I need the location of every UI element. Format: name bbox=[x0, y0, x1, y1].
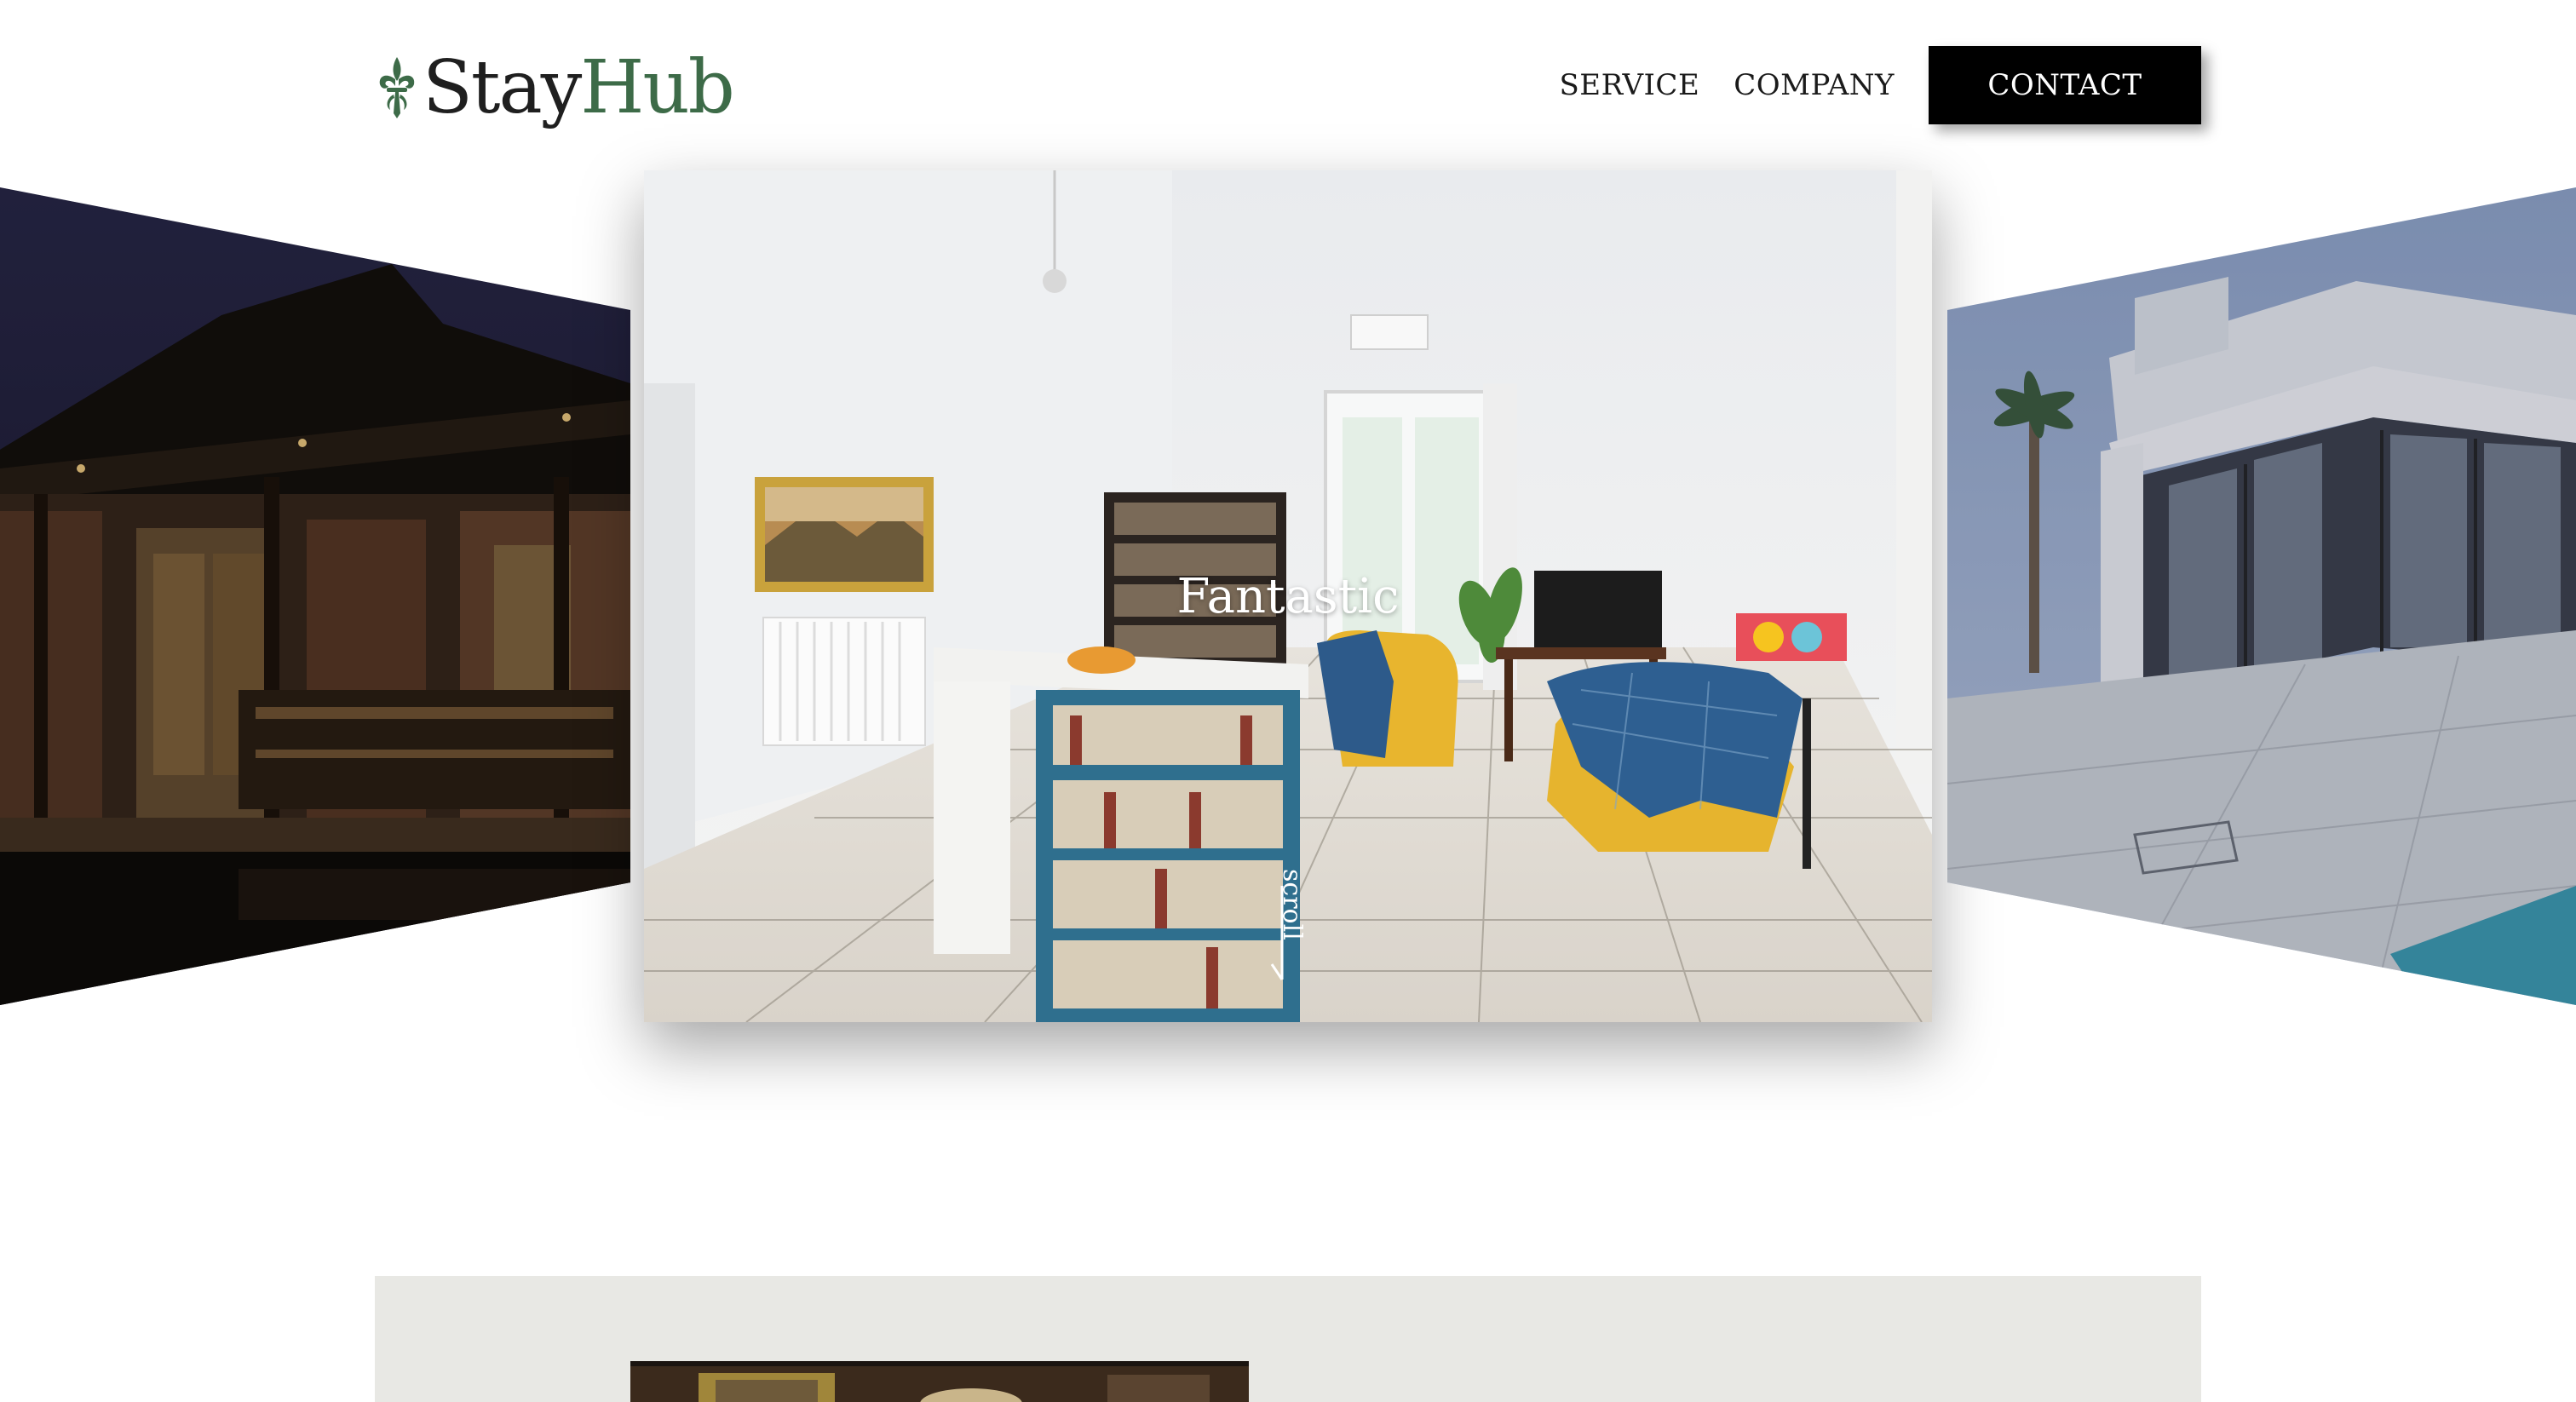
main-nav: SERVICE COMPANY CONTACT bbox=[1559, 46, 2201, 124]
page: StayHub SERVICE COMPANY CONTACT Fantasti… bbox=[0, 0, 2576, 1402]
carousel-slide-active[interactable]: Fantastic scroll bbox=[644, 170, 1932, 1022]
site-header: StayHub SERVICE COMPANY CONTACT bbox=[0, 0, 2576, 170]
nav-link-company[interactable]: COMPANY bbox=[1734, 68, 1895, 102]
scroll-indicator[interactable]: scroll bbox=[1266, 869, 1308, 988]
scroll-label: scroll bbox=[1277, 869, 1307, 940]
painting-image bbox=[630, 1361, 1249, 1402]
fleur-de-lis-icon bbox=[379, 57, 415, 118]
modern-villa-image bbox=[1947, 187, 2576, 1005]
logo-text-stay: Stay bbox=[423, 45, 582, 130]
logo-link[interactable]: StayHub bbox=[375, 41, 735, 135]
carousel-slide-prev[interactable] bbox=[0, 187, 630, 1005]
hero-carousel: Fantastic scroll bbox=[0, 162, 2576, 1099]
carousel-slide-next[interactable] bbox=[1947, 187, 2576, 1005]
night-house-image bbox=[0, 187, 630, 1005]
section-image bbox=[630, 1361, 1249, 1402]
contact-button[interactable]: CONTACT bbox=[1929, 46, 2201, 124]
content-section bbox=[375, 1276, 2201, 1402]
logo-text: StayHub bbox=[423, 51, 735, 124]
nav-link-service[interactable]: SERVICE bbox=[1559, 68, 1699, 102]
logo-text-hub: Hub bbox=[580, 45, 734, 130]
